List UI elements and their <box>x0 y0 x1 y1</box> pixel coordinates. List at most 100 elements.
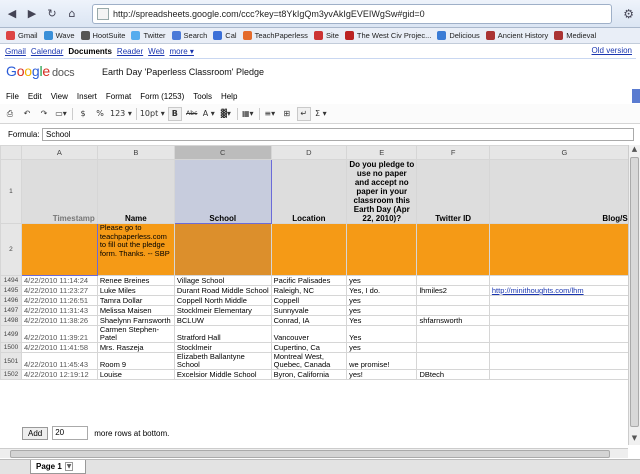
row-header[interactable]: 2 <box>0 223 22 276</box>
table-cell[interactable] <box>488 295 640 306</box>
bookmark-item[interactable]: Wave <box>43 31 75 40</box>
column-header[interactable]: C <box>173 145 272 160</box>
table-cell[interactable] <box>20 223 98 276</box>
vertical-scrollbar[interactable]: ▲ ▼ <box>628 145 640 445</box>
table-cell[interactable]: Louise <box>96 369 175 380</box>
border-icon[interactable]: ▦▾ <box>241 107 255 121</box>
table-cell[interactable]: Village School <box>173 275 272 286</box>
font-size-select[interactable]: 10pt ▾ <box>140 107 165 121</box>
table-cell[interactable]: http://minithoughts.com/lhm <box>488 285 640 296</box>
gbar-link-web[interactable]: Web <box>148 47 164 56</box>
row-header[interactable]: 1496 <box>0 295 22 306</box>
bookmark-item[interactable]: TeachPaperless <box>242 31 308 40</box>
formula-input[interactable]: School <box>42 128 634 141</box>
url-text[interactable]: http://spreadsheets.google.com/ccc?key=t… <box>113 9 425 19</box>
reload-icon[interactable]: ↻ <box>44 6 60 22</box>
row-header[interactable]: 1497 <box>0 305 22 316</box>
add-rows-button[interactable]: Add <box>22 426 49 440</box>
redo-icon[interactable]: ↷ <box>37 107 51 121</box>
table-cell[interactable] <box>416 223 490 276</box>
table-cell[interactable]: Yes <box>346 315 418 326</box>
table-cell[interactable]: 4/22/2010 11:14:24 <box>20 275 98 286</box>
table-cell[interactable]: Carmen Stephen-Patel <box>96 325 175 343</box>
table-cell[interactable]: Coppell North Middle <box>173 295 272 306</box>
undo-icon[interactable]: ↶ <box>20 107 34 121</box>
table-cell[interactable]: Pacific Palisades <box>270 275 348 286</box>
table-cell[interactable]: Coppell <box>270 295 348 306</box>
column-header[interactable]: B <box>96 145 175 160</box>
text-color-button[interactable]: A ▾ <box>202 107 216 121</box>
header-cell-location[interactable]: Location <box>270 159 348 224</box>
bookmark-item[interactable]: Gmail <box>6 31 38 40</box>
table-cell[interactable]: 4/22/2010 12:19:12 <box>20 369 98 380</box>
table-cell[interactable]: Montreal West, Quebec, Canada <box>270 352 348 370</box>
number-format-button[interactable]: 123 ▾ <box>110 107 132 121</box>
table-cell[interactable]: 4/22/2010 11:31:43 <box>20 305 98 316</box>
row-header[interactable]: 1500 <box>0 342 22 353</box>
table-cell[interactable] <box>270 223 348 276</box>
google-docs-logo[interactable]: Google docs <box>6 63 75 79</box>
header-cell-timestamp[interactable]: Timestamp <box>20 159 98 224</box>
bookmark-item[interactable]: Search <box>171 31 207 40</box>
table-cell[interactable]: yes <box>346 295 418 306</box>
menu-view[interactable]: View <box>51 92 68 101</box>
bookmark-item[interactable]: Cal <box>213 31 237 40</box>
table-cell[interactable]: Stocklmeir <box>173 342 272 353</box>
table-cell[interactable]: Sunnyvale <box>270 305 348 316</box>
header-cell-twitter[interactable]: Twitter ID <box>416 159 490 224</box>
table-cell[interactable]: Room 9 <box>96 352 175 370</box>
align-icon[interactable]: ≡▾ <box>263 107 277 121</box>
scrollbar-thumb[interactable] <box>630 157 639 427</box>
table-cell[interactable] <box>416 342 490 353</box>
table-cell[interactable]: 4/22/2010 11:41:58 <box>20 342 98 353</box>
table-cell[interactable] <box>416 275 490 286</box>
bookmark-item[interactable]: Ancient History <box>485 31 548 40</box>
header-cell-blog[interactable]: Blog/Site <box>488 159 640 224</box>
side-tab[interactable] <box>632 89 640 103</box>
table-cell[interactable]: we promise! <box>346 352 418 370</box>
table-cell[interactable]: Byron, California <box>270 369 348 380</box>
table-cell[interactable]: yes <box>346 342 418 353</box>
header-cell-school[interactable]: School <box>173 159 272 224</box>
header-cell-pledge[interactable]: Do you pledge to use no paper and accept… <box>346 159 418 224</box>
table-cell[interactable] <box>488 305 640 316</box>
percent-button[interactable]: % <box>93 107 107 121</box>
forward-arrow-icon[interactable]: ▶ <box>24 6 40 22</box>
table-cell[interactable]: Renee Breines <box>96 275 175 286</box>
row-header[interactable]: 1499 <box>0 325 22 343</box>
table-cell[interactable]: Conrad, IA <box>270 315 348 326</box>
table-cell[interactable]: Mrs. Raszeja <box>96 342 175 353</box>
menu-form[interactable]: Form (1253) <box>140 92 184 101</box>
table-cell[interactable]: Cupertino, Ca <box>270 342 348 353</box>
menu-format[interactable]: Format <box>106 92 131 101</box>
table-cell[interactable]: Durant Road Middle School <box>173 285 272 296</box>
scroll-down-icon[interactable]: ▼ <box>629 434 640 445</box>
bookmark-item[interactable]: The West Civ Projec... <box>344 31 431 40</box>
menu-tools[interactable]: Tools <box>193 92 212 101</box>
insert-function-button[interactable]: Σ ▾ <box>314 107 328 121</box>
table-cell[interactable]: shfarnsworth <box>416 315 490 326</box>
table-cell[interactable]: yes <box>346 305 418 316</box>
row-header[interactable]: 1498 <box>0 315 22 326</box>
table-cell[interactable]: yes <box>346 275 418 286</box>
wrap-text-icon[interactable]: ↵ <box>296 106 311 121</box>
table-cell[interactable]: Melissa Maisen <box>96 305 175 316</box>
table-cell[interactable] <box>488 275 640 286</box>
add-rows-count-input[interactable]: 20 <box>52 426 89 440</box>
scroll-up-icon[interactable]: ▲ <box>629 145 640 156</box>
bookmark-item[interactable]: Medieval <box>554 31 596 40</box>
table-cell[interactable]: BCLUW <box>173 315 272 326</box>
table-cell[interactable]: 4/22/2010 11:23:27 <box>20 285 98 296</box>
column-header[interactable]: E <box>346 145 418 160</box>
row-header[interactable]: 1495 <box>0 285 22 296</box>
row-header[interactable]: 1494 <box>0 275 22 286</box>
column-header[interactable]: A <box>20 145 98 160</box>
menu-help[interactable]: Help <box>221 92 237 101</box>
table-cell[interactable]: 4/22/2010 11:39:21 <box>20 325 98 343</box>
table-cell[interactable]: Yes <box>346 325 418 343</box>
table-cell[interactable] <box>488 352 640 370</box>
sheet-tab[interactable]: Page 1 ▼ <box>30 460 86 474</box>
home-icon[interactable]: ⌂ <box>64 6 80 22</box>
strikethrough-button[interactable]: Abc <box>185 107 199 121</box>
document-title[interactable]: Earth Day 'Paperless Classroom' Pledge <box>102 67 264 77</box>
